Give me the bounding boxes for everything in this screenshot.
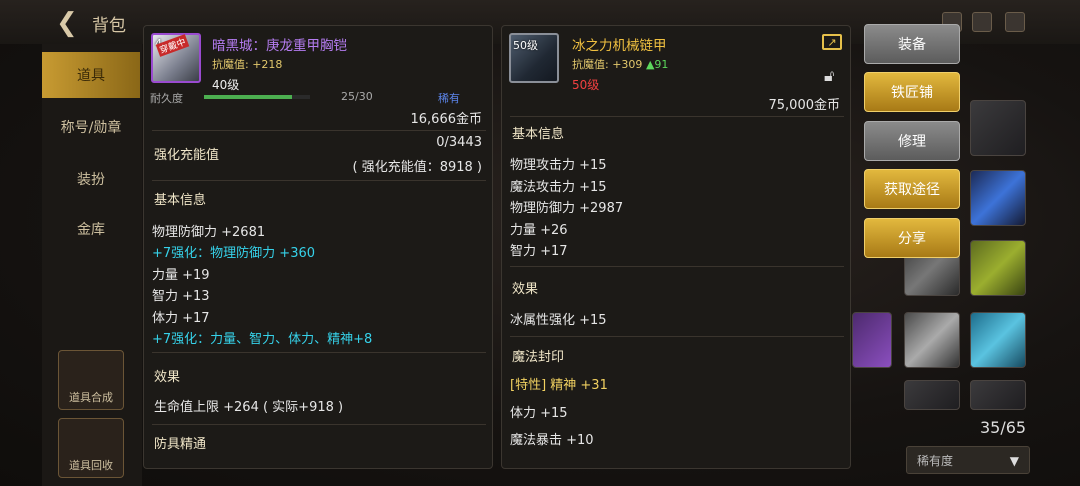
sidebar-item-titles[interactable]: 称号/勋章 [42,104,140,150]
charge-label: 强化充能值 [154,148,220,163]
item-icon-mail: 50级 [509,33,559,83]
chat-icon[interactable] [1005,12,1025,32]
share-button[interactable]: 分享 [864,218,960,258]
item-level: 50级 [572,78,600,92]
section-title-basic: 基本信息 [512,127,565,142]
up-arrow-icon: ▲91 [645,58,669,71]
inventory-slot[interactable] [852,312,892,368]
effect-line: 生命值上限 +264 ( 实际+918 ) [154,400,344,415]
section-title-effect: 效果 [512,282,539,297]
inventory-slot[interactable] [970,100,1026,156]
charge-value: 0/3443 [436,135,482,150]
inventory-count: 35/65 [980,418,1027,437]
item-name: 冰之力机械链甲 [572,38,667,54]
stat-line: 物理防御力 +2681 [152,225,266,240]
rarity-filter-dropdown[interactable]: 稀有度 ▼ [906,446,1030,474]
section-title-mastery: 防具精通 [154,437,207,452]
stat-line: 体力 +17 [152,311,210,326]
back-arrow-icon[interactable]: ❮ [56,8,78,38]
sidebar-item-vault[interactable]: 金库 [42,206,140,252]
stat-line: 物理攻击力 +15 [510,158,607,173]
item-icon-armor: 4 穿戴中 [151,33,201,83]
mail-icon[interactable] [972,12,992,32]
inventory-slot[interactable] [904,380,960,410]
item-name: 暗黑城：庚龙重甲胸铠 [212,38,347,54]
item-price: 16,666金币 [410,112,483,127]
seal-line: 体力 +15 [510,406,568,421]
seal-line: [特性] 精神 +31 [510,378,608,393]
stat-line: 物理防御力 +2987 [510,201,624,216]
page-title: 背包 [92,16,126,36]
seal-line: 魔法暴击 +10 [510,433,594,448]
durability-bar [204,95,310,99]
rarity-label: 稀有 [438,92,460,105]
chevron-down-icon: ▼ [1009,454,1019,468]
obtain-source-button[interactable]: 获取途径 [864,169,960,209]
stat-line: 力量 +19 [152,268,210,283]
share-icon[interactable]: ↗ [822,34,842,50]
sidebar-item-avatar[interactable]: 装扮 [42,156,140,202]
inventory-slot[interactable] [904,312,960,368]
effect-line: 冰属性强化 +15 [510,313,607,328]
charge-note: ( 强化充能值：8918 ) [352,160,483,175]
stat-line: +7强化：力量、智力、体力、精神+8 [152,332,373,347]
item-recycle-button[interactable]: 道具回收 [58,418,124,478]
inventory-slot[interactable] [970,240,1026,296]
stat-line: 魔法攻击力 +15 [510,180,607,195]
repair-button[interactable]: 修理 [864,121,960,161]
blacksmith-button[interactable]: 铁匠铺 [864,72,960,112]
stat-line: 智力 +17 [510,244,568,259]
inventory-slot[interactable] [970,312,1026,368]
section-title-basic: 基本信息 [154,193,207,208]
item-price: 75,000金币 [768,98,841,113]
stat-line: 力量 +26 [510,223,568,238]
item-synthesis-button[interactable]: 道具合成 [58,350,124,410]
equipped-item-tooltip: 4 穿戴中 暗黑城：庚龙重甲胸铠 抗魔值: +218 40级 耐久度 25/30… [143,25,493,469]
lock-icon[interactable]: 🔓︎ [824,66,840,85]
stat-line: +7强化：物理防御力 +360 [152,246,316,261]
inventory-slot[interactable] [970,380,1026,410]
sidebar-item-items[interactable]: 道具 [42,52,140,98]
inventory-slot[interactable] [970,170,1026,226]
section-title-effect: 效果 [154,370,181,385]
section-title-seal: 魔法封印 [512,350,565,365]
durability-value: 25/30 [341,90,373,103]
durability-label: 耐久度 [150,92,183,105]
item-level: 40级 [212,78,240,92]
stat-line: 智力 +13 [152,289,210,304]
equip-button[interactable]: 装备 [864,24,960,64]
compare-item-tooltip: 50级 冰之力机械链甲 抗魔值: +309 ▲91 50级 ↗ 🔓︎ 75,00… [501,25,851,469]
